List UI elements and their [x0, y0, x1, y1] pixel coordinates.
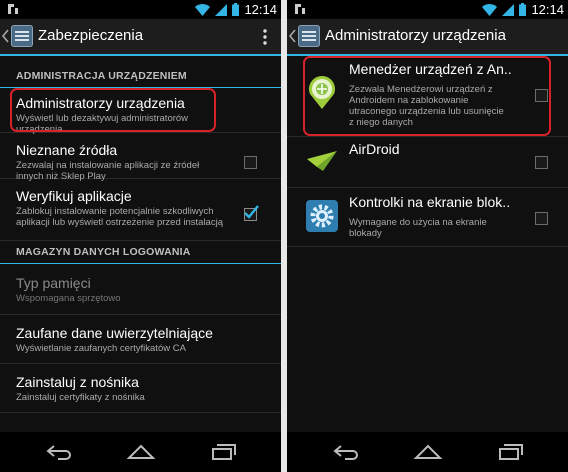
- settings-app-icon[interactable]: [298, 25, 320, 47]
- admin-item-device-manager[interactable]: Menedżer urządzeń z An.. Zezwala Menedże…: [287, 56, 568, 137]
- settings-gear-icon: [306, 200, 338, 232]
- unknown-sources-checkbox[interactable]: [244, 156, 257, 169]
- home-icon[interactable]: [413, 442, 443, 462]
- navigation-bar: [0, 432, 281, 472]
- overflow-menu-icon[interactable]: [263, 28, 267, 46]
- admin-description: Zezwala Menedżerowi urządzeń z Androidem…: [349, 84, 504, 128]
- notification-icon: [8, 4, 18, 14]
- signal-icon: [502, 3, 515, 16]
- section-header-credential-storage: MAGAZYN DANYCH LOGOWANIA: [0, 241, 281, 264]
- navigation-bar: [287, 432, 568, 472]
- admin-item-lockscreen-widgets[interactable]: Kontrolki na ekranie blok.. Wymagane do …: [287, 188, 568, 247]
- lockscreen-widgets-checkbox[interactable]: [535, 212, 548, 225]
- action-bar: Zabezpieczenia: [0, 19, 281, 56]
- device-admin-list: Menedżer urządzeń z An.. Zezwala Menedże…: [287, 56, 568, 432]
- back-icon[interactable]: [331, 442, 361, 462]
- airdroid-icon: [307, 151, 337, 171]
- right-screen: 12:14 Administratorzy urządzenia Menedże…: [287, 0, 568, 472]
- home-icon[interactable]: [126, 442, 156, 462]
- back-chevron-icon[interactable]: [289, 29, 297, 43]
- admin-item-airdroid[interactable]: AirDroid: [287, 137, 568, 188]
- pref-trusted-credentials[interactable]: Zaufane dane uwierzytelniające Wyświetla…: [0, 315, 281, 364]
- pref-title: Nieznane źródła: [16, 142, 118, 158]
- page-title: Administratorzy urządzenia: [325, 27, 506, 44]
- device-manager-icon: [309, 76, 335, 109]
- pref-title: Typ pamięci: [16, 275, 91, 291]
- admin-name: Menedżer urządzeń z An..: [349, 61, 512, 77]
- clock: 12:14: [244, 2, 277, 17]
- settings-list: ADMINISTRACJA URZĄDZENIEM Administratorz…: [0, 56, 281, 432]
- section-header-device-admin: ADMINISTRACJA URZĄDZENIEM: [0, 65, 281, 88]
- battery-icon: [232, 3, 240, 16]
- back-icon[interactable]: [44, 442, 74, 462]
- pref-title: Zaufane dane uwierzytelniające: [16, 325, 213, 341]
- pref-verify-apps[interactable]: Weryfikuj aplikacje Zablokuj instalowani…: [0, 179, 281, 241]
- airdroid-checkbox[interactable]: [535, 156, 548, 169]
- pref-install-from-storage[interactable]: Zainstaluj z nośnika Zainstaluj certyfik…: [0, 364, 281, 413]
- device-manager-checkbox[interactable]: [535, 89, 548, 102]
- status-bar: 12:14: [287, 0, 568, 19]
- settings-app-icon[interactable]: [11, 25, 33, 47]
- notification-icon: [295, 4, 305, 14]
- checkmark-icon: [244, 205, 259, 219]
- pref-summary: Wyświetlanie zaufanych certyfikatów CA: [16, 343, 186, 354]
- status-bar: 12:14: [0, 0, 281, 19]
- admin-description: Wymagane do użycia na ekranie blokady: [349, 217, 487, 239]
- recent-apps-icon[interactable]: [208, 442, 238, 462]
- clock: 12:14: [531, 2, 564, 17]
- pref-summary: Zainstaluj certyfikaty z nośnika: [16, 392, 145, 403]
- pref-title: Administratorzy urządzenia: [16, 95, 185, 111]
- action-bar: Administratorzy urządzenia: [287, 19, 568, 56]
- pref-storage-type: Typ pamięci Wspomagana sprzętowo: [0, 264, 281, 315]
- verify-apps-checkbox[interactable]: [244, 205, 259, 221]
- admin-name: AirDroid: [349, 141, 400, 157]
- pref-summary: Zablokuj instalowanie potencjalnie szkod…: [16, 206, 223, 228]
- wifi-icon: [482, 3, 498, 16]
- back-chevron-icon[interactable]: [2, 29, 10, 43]
- wifi-icon: [195, 3, 211, 16]
- pref-title: Zainstaluj z nośnika: [16, 374, 139, 390]
- pref-summary: Wyświetl lub dezaktywuj administratorów …: [16, 113, 189, 135]
- pref-unknown-sources[interactable]: Nieznane źródła Zezwalaj na instalowanie…: [0, 133, 281, 182]
- signal-icon: [215, 3, 228, 16]
- page-title: Zabezpieczenia: [38, 27, 144, 44]
- battery-icon: [519, 3, 527, 16]
- recent-apps-icon[interactable]: [495, 442, 525, 462]
- pref-title: Weryfikuj aplikacje: [16, 188, 132, 204]
- admin-name: Kontrolki na ekranie blok..: [349, 194, 511, 210]
- left-screen: 12:14 Zabezpieczenia ADMINISTRACJA URZĄD…: [0, 0, 281, 472]
- pref-summary: Wspomagana sprzętowo: [16, 293, 121, 304]
- pref-device-administrators[interactable]: Administratorzy urządzenia Wyświetl lub …: [0, 88, 281, 135]
